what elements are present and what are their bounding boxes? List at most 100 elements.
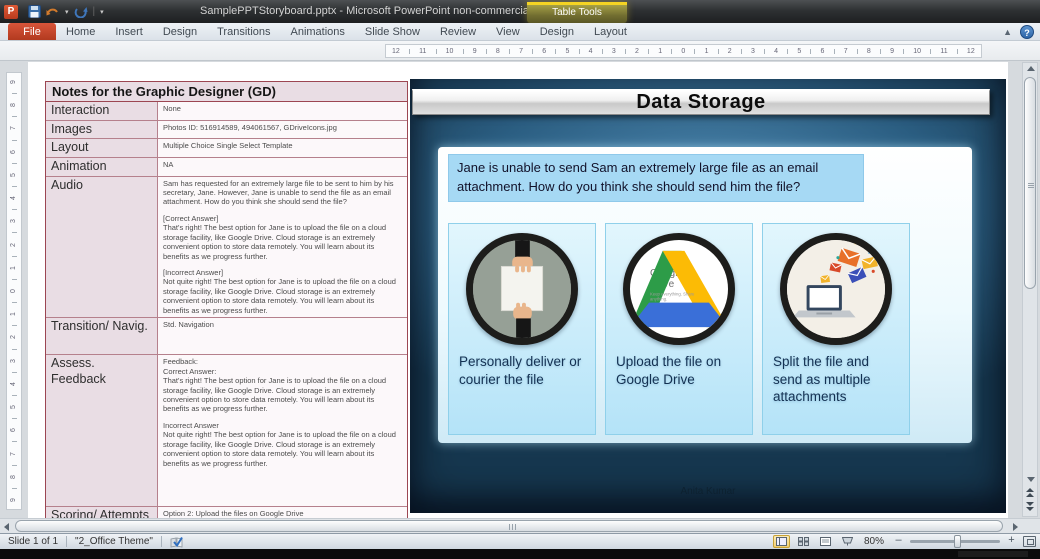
ruler-number: 9: [890, 48, 894, 55]
content-panel[interactable]: Jane is unable to send Sam an extremely …: [438, 147, 972, 443]
zoom-level[interactable]: 80%: [864, 536, 884, 547]
tab-home[interactable]: Home: [56, 23, 105, 40]
ruler-number: 4: [10, 196, 18, 200]
system-tray: [958, 551, 1028, 557]
ruler-number: 6: [542, 48, 546, 55]
next-slide-button[interactable]: [1026, 501, 1034, 512]
scroll-down-icon[interactable]: [1027, 477, 1035, 482]
row-value[interactable]: Option 2: Upload the files on Google Dri…: [158, 507, 407, 518]
tab-animations[interactable]: Animations: [281, 23, 355, 40]
tab-design[interactable]: Design: [530, 23, 584, 40]
scroll-up-icon[interactable]: [1027, 66, 1035, 71]
powerpoint-window: P ▾ | ▾ SamplePPTStoryboard.pptx - Micro…: [0, 0, 1040, 559]
ribbon-collapse-icon[interactable]: ▲: [1003, 25, 1012, 39]
row-label[interactable]: Layout: [46, 139, 158, 157]
row-label[interactable]: Interaction: [46, 102, 158, 120]
row-value[interactable]: None: [158, 102, 407, 120]
redo-icon[interactable]: [74, 6, 88, 18]
row-label[interactable]: Images: [46, 121, 158, 139]
row-label[interactable]: Assess. Feedback: [46, 355, 158, 506]
tab-transitions[interactable]: Transitions: [207, 23, 280, 40]
ruler-number: 12: [967, 48, 975, 55]
scroll-right-icon[interactable]: [1013, 523, 1018, 531]
row-value[interactable]: Sam has requested for an extremely large…: [158, 177, 407, 318]
tab-design[interactable]: Design: [153, 23, 207, 40]
ruler-number: 2: [10, 335, 18, 339]
ruler-number: 9: [10, 80, 18, 84]
undo-icon[interactable]: [46, 6, 60, 18]
option-card-google-drive[interactable]: Google Drive Keep everything. Share anyt…: [605, 223, 753, 435]
ruler-number: 11: [419, 48, 426, 55]
ruler-number: 0: [10, 289, 18, 293]
slide-title-bar[interactable]: Data Storage: [412, 89, 990, 115]
row-label[interactable]: Transition/ Navig.: [46, 318, 158, 354]
ruler-number: 6: [821, 48, 825, 55]
tab-file[interactable]: File: [8, 23, 56, 40]
tab-layout[interactable]: Layout: [584, 23, 637, 40]
row-label[interactable]: Animation: [46, 158, 158, 176]
table-row[interactable]: Assess. FeedbackFeedback:Correct Answer:…: [46, 354, 407, 506]
option-cards: Personally deliver or courier the file: [448, 223, 910, 435]
tab-view[interactable]: View: [486, 23, 530, 40]
zoom-slider[interactable]: [910, 540, 1000, 543]
ruler-number: 10: [446, 48, 454, 55]
table-row[interactable]: AnimationNA: [46, 157, 407, 176]
slideshow-icon[interactable]: [839, 535, 856, 548]
question-box[interactable]: Jane is unable to send Sam an extremely …: [448, 154, 864, 202]
option-card-personal-delivery[interactable]: Personally deliver or courier the file: [448, 223, 596, 435]
ruler-number: 1: [10, 266, 18, 270]
table-row[interactable]: LayoutMultiple Choice Single Select Temp…: [46, 138, 407, 157]
storyboard-table[interactable]: Notes for the Graphic Designer (GD) Inte…: [45, 81, 408, 518]
help-icon[interactable]: ?: [1020, 25, 1034, 39]
table-tools-chip[interactable]: Table Tools: [527, 2, 627, 23]
row-value[interactable]: Multiple Choice Single Select Template: [158, 139, 407, 157]
row-value[interactable]: Std. Navigation: [158, 318, 407, 354]
table-header[interactable]: Notes for the Graphic Designer (GD): [46, 82, 407, 102]
spell-check-icon[interactable]: [170, 536, 184, 548]
scroll-left-icon[interactable]: [4, 523, 9, 531]
zoom-out-button[interactable]: –: [892, 535, 905, 548]
row-label[interactable]: Audio: [46, 177, 158, 318]
undo-dropdown-icon[interactable]: ▾: [65, 8, 69, 16]
vertical-scrollbar-thumb[interactable]: [1024, 77, 1036, 289]
row-value[interactable]: NA: [158, 158, 407, 176]
horizontal-ruler: 1211109876543210123456789101112: [385, 44, 982, 58]
slide-editing-canvas[interactable]: Notes for the Graphic Designer (GD) Inte…: [28, 62, 1008, 518]
option-label: Upload the file on Google Drive: [606, 353, 752, 388]
fit-to-window-icon[interactable]: [1023, 536, 1036, 547]
qat-customize-icon[interactable]: ▾: [100, 8, 104, 16]
slide-author[interactable]: Anita Kumar: [410, 486, 1006, 497]
ruler-number: 11: [940, 48, 947, 55]
table-row[interactable]: InteractionNone: [46, 102, 407, 120]
previous-slide-button[interactable]: [1026, 487, 1034, 498]
ribbon-contextual-tabs: DesignLayout: [530, 23, 637, 40]
tab-slide-show[interactable]: Slide Show: [355, 23, 430, 40]
slide-sorter-icon[interactable]: [795, 535, 812, 548]
powerpoint-app-icon[interactable]: P: [4, 5, 18, 19]
option-card-split-file[interactable]: Split the file and send as multiple atta…: [762, 223, 910, 435]
reading-view-icon[interactable]: [817, 535, 834, 548]
table-row[interactable]: ImagesPhotos ID: 516914589, 494061567, G…: [46, 120, 407, 139]
row-label[interactable]: Scoring/ Attempts: [46, 507, 158, 518]
horizontal-scrollbar-thumb[interactable]: [15, 520, 1003, 532]
ruler-number: 6: [10, 150, 18, 154]
ruler-number: 3: [751, 48, 755, 55]
horizontal-scrollbar[interactable]: [0, 518, 1040, 533]
zoom-in-button[interactable]: +: [1005, 535, 1018, 548]
vertical-ruler: 9876543210123456789: [6, 72, 22, 510]
ruler-number: 0: [681, 48, 685, 55]
ruler-number: 7: [844, 48, 848, 55]
row-value[interactable]: Photos ID: 516914589, 494061567, GDriveI…: [158, 121, 407, 139]
normal-view-icon[interactable]: [773, 535, 790, 548]
table-row[interactable]: AudioSam has requested for an extremely …: [46, 176, 407, 318]
row-value[interactable]: Feedback:Correct Answer:That's right! Th…: [158, 355, 407, 506]
tab-review[interactable]: Review: [430, 23, 486, 40]
slide-canvas[interactable]: Data Storage Jane is unable to send Sam …: [410, 79, 1006, 513]
table-row[interactable]: Transition/ Navig.Std. Navigation: [46, 317, 407, 354]
zoom-slider-thumb[interactable]: [954, 535, 961, 548]
save-icon[interactable]: [28, 5, 41, 18]
vertical-scrollbar[interactable]: [1022, 62, 1038, 517]
table-row[interactable]: Scoring/ AttemptsOption 2: Upload the fi…: [46, 506, 407, 518]
slide-indicator: Slide 1 of 1: [8, 536, 58, 547]
tab-insert[interactable]: Insert: [105, 23, 153, 40]
